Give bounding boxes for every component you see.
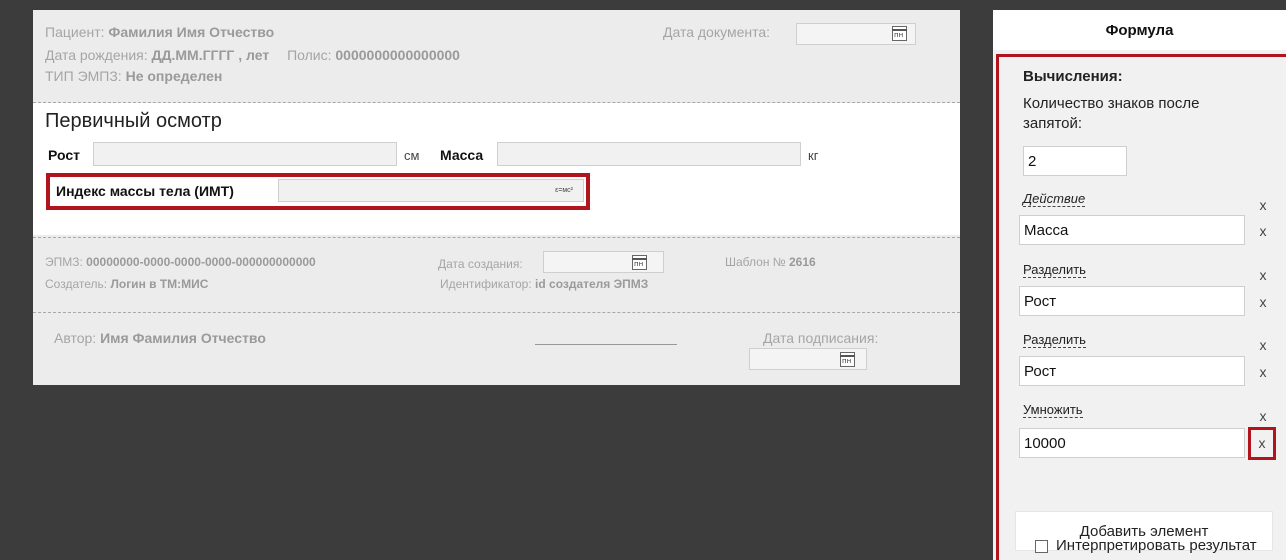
remove-operation-3-button[interactable]: x <box>1256 408 1270 424</box>
divider <box>33 237 960 238</box>
created-date-label: Дата создания: <box>438 257 523 271</box>
dob-line: Дата рождения: ДД.ММ.ГГГГ , лет Полис: 0… <box>45 47 460 63</box>
patient-line: Пациент: Фамилия Имя Отчество <box>45 24 274 40</box>
identifier-line: Идентификатор: id создателя ЭПМЗ <box>440 277 648 291</box>
divider <box>33 312 960 313</box>
formula-icon[interactable]: ε=мс² <box>555 187 573 194</box>
type-value: Не определен <box>125 68 223 84</box>
mass-unit: кг <box>808 148 819 163</box>
operation-select-1[interactable]: Разделить <box>1023 262 1086 278</box>
patient-name: Фамилия Имя Отчество <box>108 24 275 40</box>
interpret-label: Интерпретировать результат <box>1056 537 1257 554</box>
template-value: 2616 <box>789 255 816 269</box>
decimals-input[interactable]: 2 <box>1023 146 1127 176</box>
calc-label: Вычисления: <box>1023 68 1123 85</box>
created-date-field[interactable] <box>543 251 664 273</box>
signature-line <box>535 344 677 345</box>
calendar-icon[interactable] <box>840 352 855 367</box>
creator-line: Создатель: Логин в ТМ:МИС <box>45 277 208 291</box>
doc-date-label: Дата документа: <box>663 24 771 40</box>
decimals-label: Количество знаков после <box>1023 95 1200 112</box>
height-label: Рост <box>48 147 80 163</box>
formula-panel: Формула Вычисления: Количество знаков по… <box>993 10 1286 560</box>
formula-body: Вычисления: Количество знаков после запя… <box>996 54 1286 560</box>
mass-label: Масса <box>440 147 484 163</box>
remove-operand-4-button[interactable]: x <box>1248 427 1276 460</box>
policy-value: 0000000000000000 <box>335 47 460 63</box>
policy-label: Полис: <box>287 47 332 63</box>
calendar-icon[interactable] <box>892 26 907 41</box>
operation-select-2[interactable]: Разделить <box>1023 332 1086 348</box>
panel-title: Формула <box>993 10 1286 50</box>
author-value: Имя Фамилия Отчество <box>100 330 266 346</box>
type-line: ТИП ЭМПЗ: Не определен <box>45 68 222 84</box>
imt-label: Индекс массы тела (ИМТ) <box>56 183 234 199</box>
empz-value: 00000000-0000-0000-0000-000000000000 <box>86 255 316 269</box>
remove-operand-2-button[interactable]: x <box>1256 294 1270 310</box>
calendar-icon[interactable] <box>632 255 647 270</box>
remove-operation-1-button[interactable]: x <box>1256 267 1270 283</box>
empz-line: ЭПМЗ: 00000000-0000-0000-0000-0000000000… <box>45 255 316 269</box>
creator-value: Логин в ТМ:МИС <box>110 277 209 291</box>
section-title: Первичный осмотр <box>45 110 222 132</box>
height-input[interactable] <box>93 142 397 166</box>
patient-label: Пациент: <box>45 24 105 40</box>
identifier-label: Идентификатор: <box>440 277 532 291</box>
sign-date-field[interactable] <box>749 348 867 370</box>
author-label: Автор: <box>54 330 97 346</box>
interpret-checkbox[interactable] <box>1035 540 1048 553</box>
imt-highlight: Индекс массы тела (ИМТ) ε=мс² <box>46 173 590 210</box>
creator-label: Создатель: <box>45 277 108 291</box>
document-panel: Пациент: Фамилия Имя Отчество Дата рожде… <box>33 10 960 385</box>
remove-operation-2-button[interactable]: x <box>1256 337 1270 353</box>
template-label: Шаблон № <box>725 255 786 269</box>
dob-value: ДД.ММ.ГГГГ , лет <box>151 47 270 63</box>
operand-input-1[interactable]: Масса <box>1019 215 1245 245</box>
doc-date-field[interactable] <box>796 23 916 45</box>
empz-label: ЭПМЗ: <box>45 255 83 269</box>
imt-input[interactable]: ε=мс² <box>278 179 584 202</box>
decimals-label-2: запятой: <box>1023 115 1083 132</box>
type-label: ТИП ЭМПЗ: <box>45 68 122 84</box>
operand-input-2[interactable]: Рост <box>1019 286 1245 316</box>
remove-operand-1-button[interactable]: x <box>1256 223 1270 239</box>
mass-input[interactable] <box>497 142 801 166</box>
operand-input-3[interactable]: Рост <box>1019 356 1245 386</box>
dob-label: Дата рождения: <box>45 47 148 63</box>
height-unit: см <box>404 148 420 163</box>
sign-date-label: Дата подписания: <box>763 330 879 346</box>
remove-operand-3-button[interactable]: x <box>1256 364 1270 380</box>
operation-select-3[interactable]: Умножить <box>1023 402 1083 418</box>
operand-input-4[interactable]: 10000 <box>1019 428 1245 458</box>
author-line: Автор: Имя Фамилия Отчество <box>54 330 266 346</box>
identifier-value: id создателя ЭПМЗ <box>535 277 649 291</box>
remove-action-button[interactable]: x <box>1256 197 1270 213</box>
action-select[interactable]: Действие <box>1023 191 1086 207</box>
template-line: Шаблон № 2616 <box>725 255 816 269</box>
